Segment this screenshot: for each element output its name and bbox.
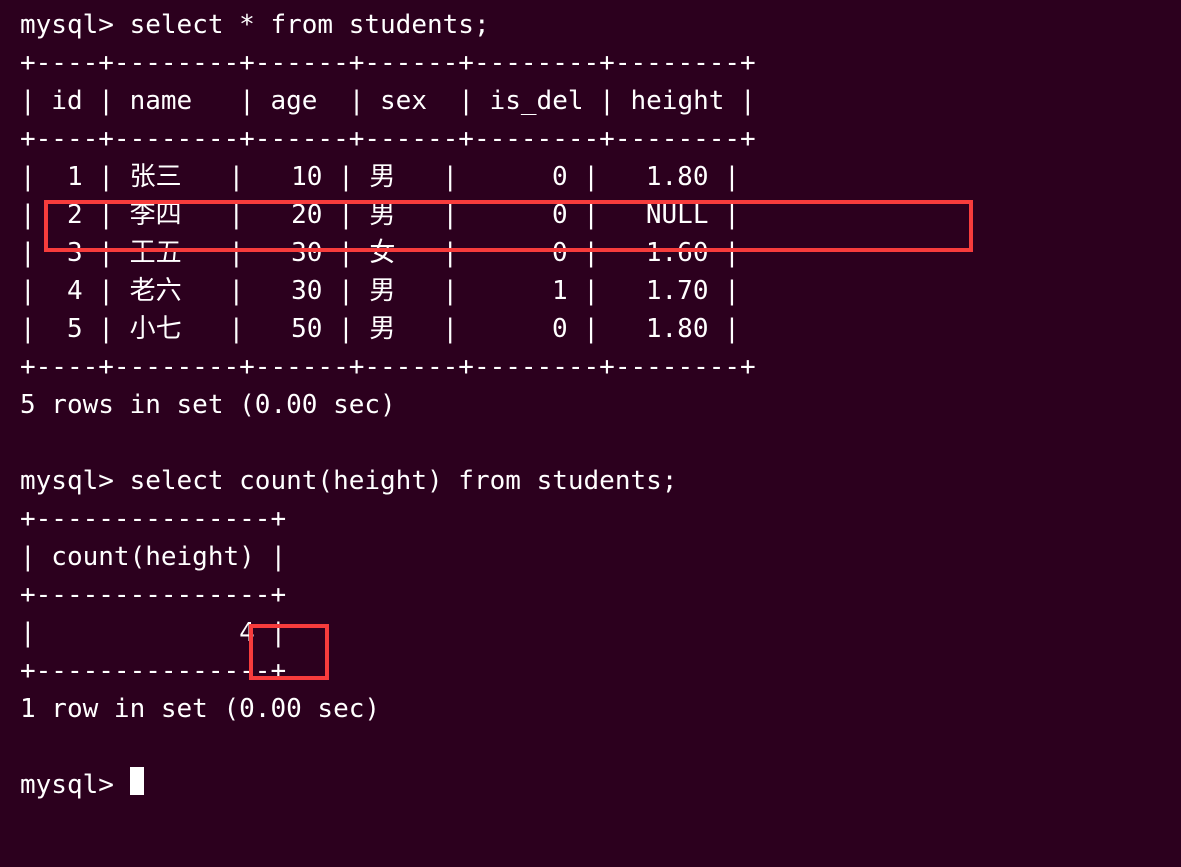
sql-query-2: select count(height) from students; [130,466,678,496]
terminal-content: mysql> select * from students; +----+---… [20,6,756,804]
table2-border-top: +---------------+ [20,504,286,534]
table1-status: 5 rows in set (0.00 sec) [20,390,396,420]
table1-border-top: +----+--------+------+------+--------+--… [20,48,756,78]
table2-header: | count(height) | [20,542,286,572]
table2-status: 1 row in set (0.00 sec) [20,694,380,724]
table1-header: | id | name | age | sex | is_del | heigh… [20,86,756,116]
table2-row: | 4 | [20,618,286,648]
prompt: mysql> [20,770,114,800]
table2-border-mid: +---------------+ [20,580,286,610]
table1-row: | 2 | 李四 | 20 | 男 | 0 | NULL | [20,200,740,230]
table1-row: | 1 | 张三 | 10 | 男 | 0 | 1.80 | [20,162,740,192]
table1-row: | 3 | 王五 | 30 | 女 | 0 | 1.60 | [20,238,740,268]
table1-border-mid: +----+--------+------+------+--------+--… [20,124,756,154]
prompt: mysql> [20,466,114,496]
sql-query-1: select * from students; [130,10,490,40]
table1-row: | 4 | 老六 | 30 | 男 | 1 | 1.70 | [20,276,740,306]
table2-border-bot: +---------------+ [20,656,286,686]
cursor [130,767,144,795]
table1-border-bot: +----+--------+------+------+--------+--… [20,352,756,382]
terminal-window[interactable]: mysql> select * from students; +----+---… [0,0,1181,867]
prompt: mysql> [20,10,114,40]
table1-row: | 5 | 小七 | 50 | 男 | 0 | 1.80 | [20,314,740,344]
